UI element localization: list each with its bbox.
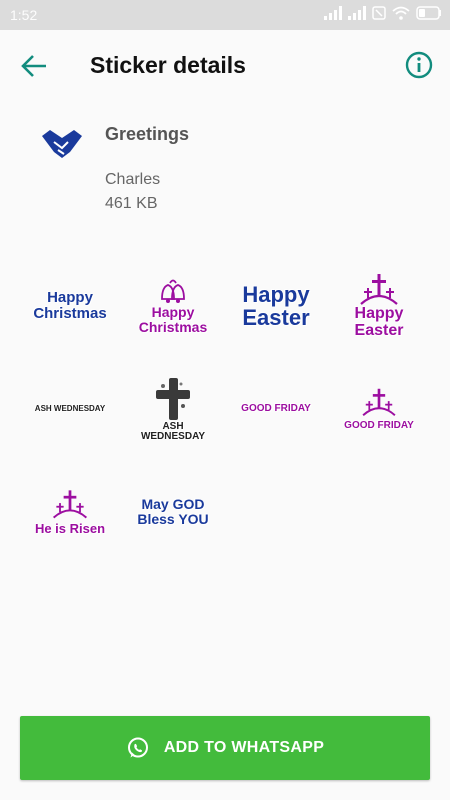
sticker-text: Happy — [354, 305, 404, 323]
pack-header: Greetings Charles 461 KB — [0, 118, 450, 228]
signal-icon-2 — [348, 6, 366, 20]
page-title: Sticker details — [90, 52, 246, 78]
wifi-icon — [392, 6, 410, 20]
handshake-icon — [42, 130, 82, 158]
sticker-item[interactable]: GOOD FRIDAY — [224, 357, 328, 461]
sticker-item[interactable]: Happy Easter — [224, 254, 328, 358]
sticker-item[interactable]: He is Risen — [18, 460, 122, 564]
sticker-text: Christmas — [33, 305, 107, 322]
sticker-item[interactable]: ASH WEDNESDAY — [18, 357, 122, 461]
sticker-item[interactable]: Happy Christmas — [18, 254, 122, 358]
battery-icon — [416, 6, 441, 20]
sticker-item[interactable]: Happy Christmas — [121, 254, 225, 358]
add-button-label: ADD TO WHATSAPP — [163, 739, 325, 756]
status-bar: 1:52 — [0, 0, 450, 30]
sticker-text: ASH WEDNESDAY — [34, 403, 106, 413]
sticker-text: Happy — [151, 304, 195, 321]
status-icons — [324, 6, 442, 20]
app-bar: Sticker details — [0, 30, 450, 102]
sticker-text: Easter — [242, 305, 310, 330]
info-icon[interactable] — [404, 50, 434, 80]
sticker-text: He is Risen — [34, 521, 106, 537]
sticker-text: GOOD FRIDAY — [241, 402, 311, 414]
bells-icon — [161, 279, 185, 304]
sticker-item[interactable]: Happy Easter — [327, 254, 431, 358]
signal-icon — [324, 6, 342, 20]
ash-cross-icon — [156, 377, 190, 420]
pack-size: 461 KB — [105, 195, 158, 212]
sticker-item[interactable]: ASH WEDNESDAY — [121, 357, 225, 461]
sticker-text: Easter — [354, 322, 404, 339]
sticker-text: GOOD FRIDAY — [344, 419, 414, 431]
sticker-text: May GOD — [141, 496, 205, 513]
cross-hill-icon — [52, 490, 88, 519]
pack-author: Charles — [105, 171, 161, 188]
sticker-item[interactable]: May GOD Bless YOU — [121, 460, 225, 564]
status-time: 1:52 — [10, 7, 38, 23]
sticker-text: Christmas — [138, 319, 208, 335]
cross-hill-icon — [360, 274, 398, 306]
add-to-whatsapp-button[interactable]: ADD TO WHATSAPP — [20, 716, 430, 780]
data-icon — [372, 6, 386, 20]
sticker-item[interactable]: GOOD FRIDAY — [327, 357, 431, 461]
whatsapp-icon — [127, 737, 148, 758]
sticker-text: Bless YOU — [137, 511, 209, 527]
sticker-text: WEDNESDAY — [140, 431, 206, 442]
sticker-text: Happy — [47, 289, 93, 307]
cross-hill-icon — [362, 388, 396, 416]
sticker-text: Happy — [242, 281, 310, 307]
pack-name: Greetings — [105, 124, 190, 144]
back-arrow-icon[interactable] — [20, 52, 50, 80]
